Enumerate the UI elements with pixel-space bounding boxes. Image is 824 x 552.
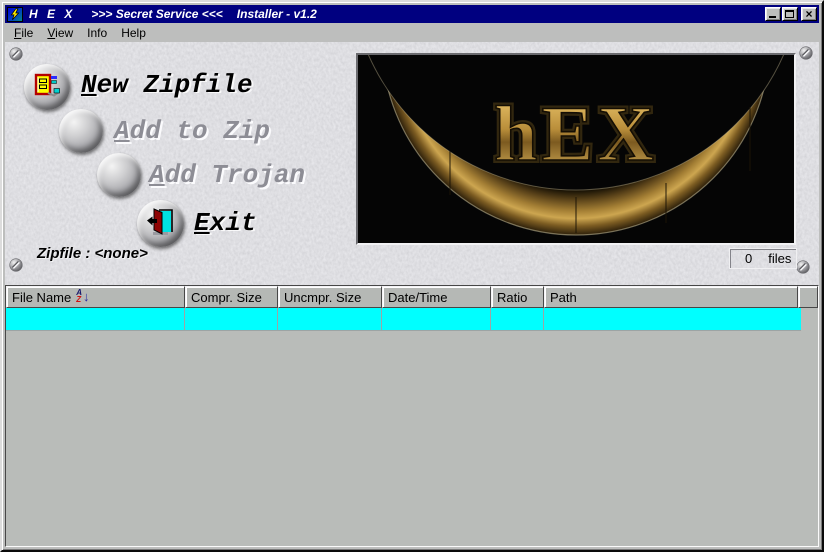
screw-icon xyxy=(9,258,23,272)
sort-arrow-icon: ↓ xyxy=(83,291,90,302)
close-button[interactable]: × xyxy=(801,7,817,21)
row-cell xyxy=(544,308,798,330)
files-counter: 0 files xyxy=(729,248,797,269)
menu-help[interactable]: Help xyxy=(114,24,153,42)
add-to-zip-button[interactable] xyxy=(59,109,103,153)
column-header-compr-size[interactable]: Compr. Size xyxy=(185,286,278,308)
app-name: H E X xyxy=(29,7,75,21)
add-trojan-button[interactable] xyxy=(97,153,141,197)
row-cell xyxy=(382,308,491,330)
close-icon: × xyxy=(802,7,816,21)
title-bar: H E X >>> Secret Service <<< Installer -… xyxy=(5,5,819,23)
service-name: >>> Secret Service <<< xyxy=(91,7,222,21)
screw-icon xyxy=(796,260,810,274)
product-version: Installer - v1.2 xyxy=(237,7,317,21)
column-header-ratio[interactable]: Ratio xyxy=(491,286,544,308)
column-header-uncmpr-size[interactable]: Uncmpr. Size xyxy=(278,286,382,308)
selected-empty-row[interactable] xyxy=(6,308,801,331)
hex-logo: hEX hEX xyxy=(356,53,796,245)
installer-window: H E X >>> Secret Service <<< Installer -… xyxy=(0,0,824,552)
add-to-zip-label: Add to Zip xyxy=(114,116,270,146)
row-cell xyxy=(491,308,544,330)
new-zipfile-button[interactable] xyxy=(24,64,70,110)
exit-door-icon xyxy=(146,207,176,240)
column-header-date-time[interactable]: Date/Time xyxy=(382,286,491,308)
minimize-icon xyxy=(769,16,776,18)
hex-logo-text: hEX xyxy=(494,90,658,177)
menu-view[interactable]: View xyxy=(40,24,80,42)
menu-info[interactable]: Info xyxy=(80,24,114,42)
sort-az-icon: AZ ↓ xyxy=(76,289,89,303)
column-header-file-name[interactable]: File Name AZ ↓ xyxy=(6,286,185,308)
maximize-icon xyxy=(785,10,794,18)
new-zipfile-label[interactable]: New Zipfile xyxy=(81,70,253,100)
files-count-value: 0 xyxy=(745,251,752,266)
row-cell xyxy=(185,308,278,330)
exit-label[interactable]: Exit xyxy=(194,208,256,238)
file-list-empty-area xyxy=(6,331,818,546)
column-header-filler xyxy=(798,286,818,308)
add-trojan-label: Add Trojan xyxy=(149,160,305,190)
file-list-header: File Name AZ ↓ Compr. Size Uncmpr. Size … xyxy=(6,286,818,308)
screw-icon xyxy=(799,46,813,60)
file-list: File Name AZ ↓ Compr. Size Uncmpr. Size … xyxy=(5,285,819,547)
control-panel: New Zipfile Add to Zip Add Trojan Exit Z… xyxy=(5,42,819,286)
exit-button[interactable] xyxy=(137,200,184,247)
menu-file[interactable]: File xyxy=(7,24,40,42)
winzip-cabinet-icon xyxy=(32,71,62,104)
lightning-icon xyxy=(7,7,23,22)
zipfile-status-label: Zipfile : <none> xyxy=(37,245,148,262)
files-count-unit: files xyxy=(768,251,791,266)
minimize-button[interactable] xyxy=(765,7,781,21)
row-cell xyxy=(278,308,382,330)
maximize-button[interactable] xyxy=(782,7,798,21)
row-cell xyxy=(6,308,185,330)
screw-icon xyxy=(9,47,23,61)
column-header-path[interactable]: Path xyxy=(544,286,798,308)
client-area: New Zipfile Add to Zip Add Trojan Exit Z… xyxy=(5,42,819,547)
menu-bar: File View Info Help xyxy=(5,23,819,42)
